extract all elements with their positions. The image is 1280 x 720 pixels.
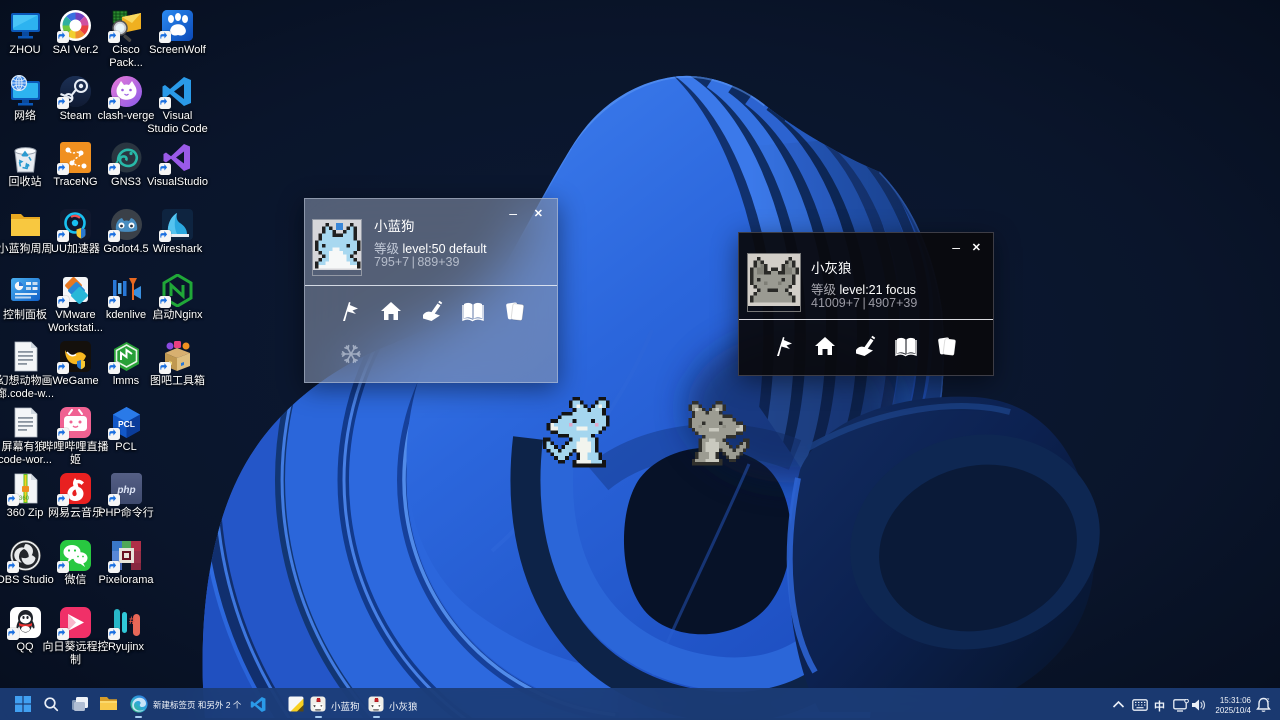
svg-text:360: 360: [19, 496, 30, 502]
svg-text:#: #: [129, 615, 135, 627]
svg-text:z: z: [1267, 698, 1270, 704]
svg-text:PCL: PCL: [118, 419, 135, 429]
